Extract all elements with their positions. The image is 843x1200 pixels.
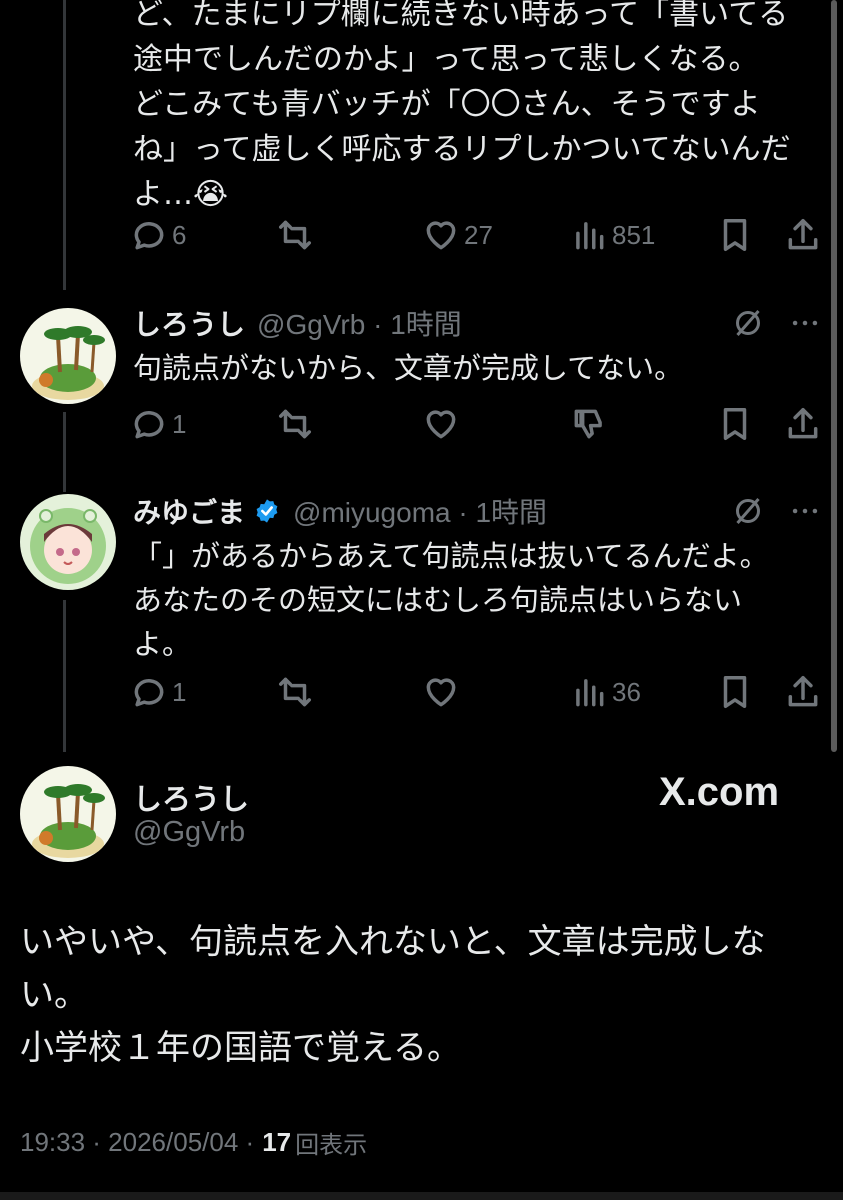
user-handle[interactable]: @GgVrb xyxy=(133,816,245,849)
like-button[interactable] xyxy=(422,672,460,712)
views-count: 851 xyxy=(612,219,656,250)
thread-line xyxy=(63,0,66,290)
like-count: 27 xyxy=(464,219,493,250)
retweet-icon xyxy=(279,409,311,439)
views-count: 17 xyxy=(262,1127,292,1157)
downvote-button[interactable] xyxy=(570,404,608,444)
display-name[interactable]: みゆごま xyxy=(133,491,245,531)
avatar-image xyxy=(20,766,116,862)
verified-badge-icon xyxy=(256,499,278,523)
reply-button[interactable]: 6 xyxy=(130,215,186,255)
reply-count: 6 xyxy=(172,219,187,250)
share-icon xyxy=(788,676,818,707)
more-icon[interactable] xyxy=(788,306,822,340)
views-button[interactable]: 851 xyxy=(570,215,655,255)
analytics-icon xyxy=(576,679,604,707)
display-name[interactable]: しろうし xyxy=(133,776,249,818)
like-button[interactable]: 27 xyxy=(422,215,493,255)
share-icon xyxy=(788,219,818,250)
avatar-image xyxy=(20,494,116,590)
reply-button[interactable]: 1 xyxy=(130,404,186,444)
retweet-button[interactable] xyxy=(276,672,314,712)
heart-icon xyxy=(426,410,456,439)
avatar[interactable] xyxy=(20,494,116,590)
bottom-divider xyxy=(0,1192,843,1200)
share-button[interactable] xyxy=(784,404,822,444)
tweet-text: ど、たまにリプ欄に続きない時あって「書いてる途中でしんだのかよ」って思って悲しく… xyxy=(133,0,791,212)
bookmark-button[interactable] xyxy=(716,215,754,255)
handle-time[interactable]: @GgVrb · 1時間 xyxy=(257,303,462,343)
more-icon[interactable] xyxy=(788,494,822,528)
avatar[interactable] xyxy=(20,766,116,862)
retweet-button[interactable] xyxy=(276,215,314,255)
thread-line xyxy=(63,600,66,752)
grok-icon[interactable] xyxy=(730,305,766,341)
avatar[interactable] xyxy=(20,308,116,404)
display-name[interactable]: しろうし xyxy=(133,303,245,343)
share-button[interactable] xyxy=(784,215,822,255)
bookmark-button[interactable] xyxy=(716,672,754,712)
retweet-icon xyxy=(279,220,311,250)
handle-time[interactable]: @miyugoma · 1時間 xyxy=(293,491,547,531)
reply-icon xyxy=(134,679,164,707)
reply-actions: 1 36 xyxy=(130,672,830,712)
thumbs-down-icon xyxy=(574,409,602,439)
bookmark-icon xyxy=(723,219,747,251)
retweet-button[interactable] xyxy=(276,404,314,444)
share-button[interactable] xyxy=(784,672,822,712)
tweet-actions: 6 27 851 xyxy=(130,215,830,255)
bookmark-button[interactable] xyxy=(716,404,754,444)
reply-header: しろうし @GgVrb · 1時間 xyxy=(133,305,462,341)
reply-text: 句読点がないから、文章が完成してない。 xyxy=(133,351,684,385)
bookmark-icon xyxy=(723,408,747,440)
retweet-icon xyxy=(279,677,311,707)
avatar-image xyxy=(20,308,116,404)
reply-count: 1 xyxy=(172,676,187,707)
grok-icon[interactable] xyxy=(730,493,766,529)
views-button[interactable]: 36 xyxy=(570,672,641,712)
reply-button[interactable]: 1 xyxy=(130,672,186,712)
reply-count: 1 xyxy=(172,408,187,439)
reply-text: 「」があるからあえて句読点は抜いてるんだよ。 あなたのその短文にはむしろ句読点は… xyxy=(133,539,769,661)
reply-icon xyxy=(134,411,164,439)
like-button[interactable] xyxy=(422,404,460,444)
analytics-icon xyxy=(576,222,604,250)
reply-actions: 1 xyxy=(130,404,830,444)
heart-icon xyxy=(426,221,456,250)
share-icon xyxy=(788,408,818,439)
reply-header: みゆごま @miyugoma · 1時間 xyxy=(133,493,547,529)
thread-line xyxy=(63,412,66,492)
x-logo-watermark: X.com xyxy=(659,770,780,814)
timestamp[interactable]: 19:33 · 2026/05/04 · xyxy=(20,1127,254,1158)
scrollbar[interactable] xyxy=(831,0,837,752)
views-label: 回表示 xyxy=(295,1131,368,1159)
reply-icon xyxy=(134,222,164,250)
tweet-text: いやいや、句読点を入れないと、文章は完成しない。 小学校１年の国語で覚える。 xyxy=(20,922,766,1068)
tweet-meta: 19:33 · 2026/05/04 · 17 回表示 xyxy=(20,1125,367,1160)
heart-icon xyxy=(426,678,456,707)
views-count: 36 xyxy=(612,676,641,707)
bookmark-icon xyxy=(723,676,747,708)
